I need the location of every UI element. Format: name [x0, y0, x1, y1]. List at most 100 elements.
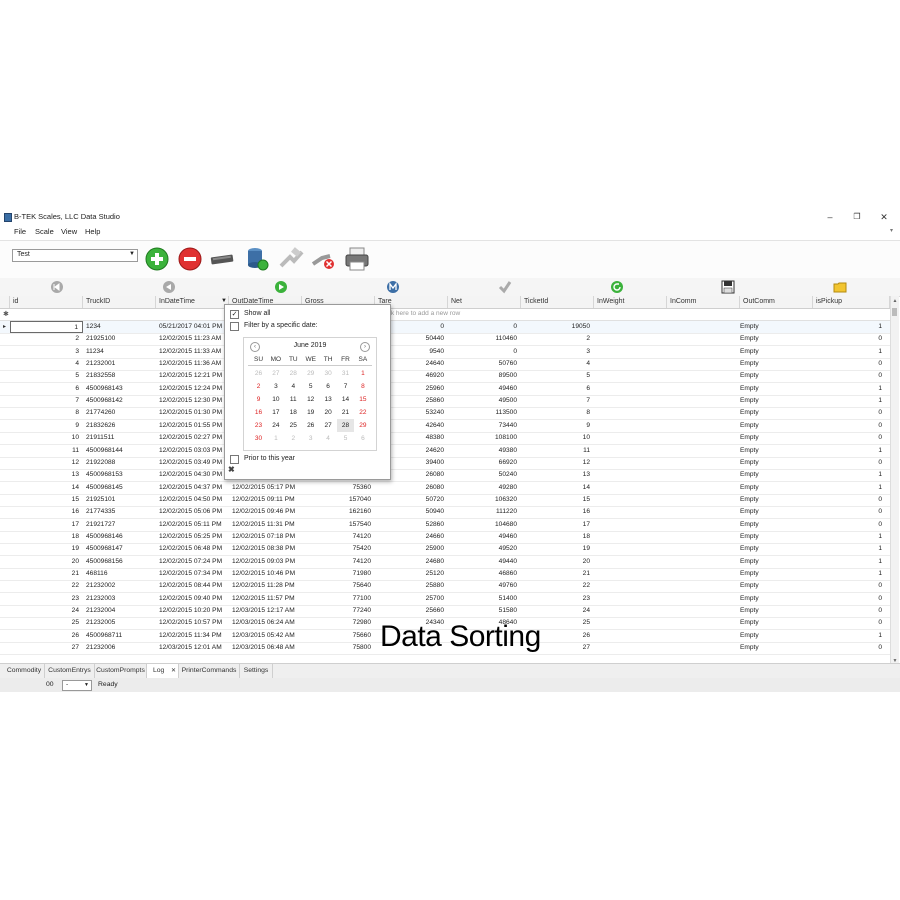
vertical-scrollbar[interactable]: ▲ ▼ — [890, 296, 899, 668]
cell-incomm[interactable] — [667, 407, 740, 419]
cell-gross[interactable]: 74120 — [302, 531, 375, 543]
cell-outdt[interactable]: 12/02/2015 09:46 PM — [229, 506, 302, 518]
cell-ticket[interactable]: 22 — [521, 580, 594, 592]
cell-indt[interactable]: 12/02/2015 07:24 PM — [156, 556, 229, 568]
cell-incomm[interactable] — [667, 333, 740, 345]
tab-settings[interactable]: Settings — [240, 664, 273, 678]
menu-file[interactable]: File — [14, 227, 26, 236]
cell-truck[interactable]: 21232006 — [83, 642, 156, 654]
cell-id[interactable]: 10 — [10, 432, 83, 444]
cell-truck[interactable]: 21232004 — [83, 605, 156, 617]
cell-tare[interactable]: 25900 — [375, 543, 448, 555]
calendar-day[interactable]: 24 — [267, 419, 284, 432]
calendar-day[interactable]: 26 — [250, 367, 267, 380]
cell-outcomm[interactable]: Empty — [740, 457, 813, 469]
column-header-net[interactable]: Net — [448, 296, 521, 308]
table-row[interactable]: 23 21232003 12/02/2015 09:40 PM 12/02/2015 … — [0, 593, 890, 606]
cell-incomm[interactable] — [667, 358, 740, 370]
previous-record-icon[interactable] — [162, 280, 176, 294]
cell-inweight[interactable] — [594, 630, 667, 642]
column-header-ispickup[interactable]: isPickup — [813, 296, 890, 308]
cell-id[interactable]: 24 — [10, 605, 83, 617]
cell-id[interactable]: 23 — [10, 593, 83, 605]
cell-inweight[interactable] — [594, 519, 667, 531]
calendar-day[interactable]: 11 — [285, 393, 302, 406]
cell-id[interactable]: 25 — [10, 617, 83, 629]
cell-gross[interactable]: 162160 — [302, 506, 375, 518]
cell-ticket[interactable]: 24 — [521, 605, 594, 617]
cell-tare[interactable]: 25120 — [375, 568, 448, 580]
cell-outcomm[interactable]: Empty — [740, 519, 813, 531]
table-row[interactable]: 17 21921727 12/02/2015 05:11 PM 12/02/2015 … — [0, 519, 890, 532]
close-tab-icon[interactable]: ✕ — [171, 664, 176, 678]
scroll-up-icon[interactable]: ▲ — [891, 298, 899, 306]
cell-truck[interactable]: 4500968153 — [83, 469, 156, 481]
cell-inweight[interactable] — [594, 457, 667, 469]
calendar-day[interactable]: 30 — [250, 432, 267, 445]
cell-outcomm[interactable]: Empty — [740, 580, 813, 592]
cell-id[interactable]: 8 — [10, 407, 83, 419]
cell-ticket[interactable]: 21 — [521, 568, 594, 580]
cell-indt[interactable]: 12/02/2015 10:20 PM — [156, 605, 229, 617]
cell-id[interactable]: 16 — [10, 506, 83, 518]
table-row[interactable]: 16 21774335 12/02/2015 05:06 PM 12/02/2015 … — [0, 506, 890, 520]
status-combo[interactable]: - ▼ — [62, 680, 92, 691]
save-icon[interactable] — [721, 280, 735, 294]
cell-inweight[interactable] — [594, 383, 667, 395]
cell-truck[interactable]: 21232005 — [83, 617, 156, 629]
calendar-day[interactable]: 30 — [320, 367, 337, 380]
cell-indt[interactable]: 12/02/2015 05:11 PM — [156, 519, 229, 531]
cell-inweight[interactable] — [594, 395, 667, 407]
cell-id[interactable]: 4 — [10, 358, 83, 370]
cell-outdt[interactable]: 12/03/2015 06:48 AM — [229, 642, 302, 654]
minimize-button[interactable]: – — [820, 210, 840, 224]
calendar-day[interactable]: 17 — [267, 406, 284, 419]
cell-ticket[interactable]: 10 — [521, 432, 594, 444]
cell-pickup[interactable]: 0 — [813, 593, 886, 605]
cell-truck[interactable]: 1234 — [83, 321, 156, 333]
calendar-day[interactable]: 10 — [267, 393, 284, 406]
cell-truck[interactable]: 21232003 — [83, 593, 156, 605]
cell-incomm[interactable] — [667, 346, 740, 358]
calendar-day[interactable]: 3 — [267, 380, 284, 393]
cell-pickup[interactable]: 0 — [813, 358, 886, 370]
cell-ticket[interactable]: 8 — [521, 407, 594, 419]
cell-pickup[interactable]: 0 — [813, 333, 886, 345]
cell-indt[interactable]: 12/02/2015 03:03 PM — [156, 445, 229, 457]
cell-pickup[interactable]: 0 — [813, 457, 886, 469]
cell-gross[interactable]: 75640 — [302, 580, 375, 592]
cell-inweight[interactable] — [594, 432, 667, 444]
cell-outcomm[interactable]: Empty — [740, 346, 813, 358]
cell-inweight[interactable] — [594, 346, 667, 358]
cell-indt[interactable]: 12/03/2015 12:01 AM — [156, 642, 229, 654]
column-header-ticketid[interactable]: TicketId — [521, 296, 594, 308]
cell-inweight[interactable] — [594, 358, 667, 370]
folder-icon[interactable] — [833, 280, 847, 294]
cell-id[interactable]: 27 — [10, 642, 83, 654]
cell-net[interactable]: 113500 — [448, 407, 521, 419]
cell-ticket[interactable]: 11 — [521, 445, 594, 457]
cell-ticket[interactable]: 4 — [521, 358, 594, 370]
cell-inweight[interactable] — [594, 321, 667, 333]
cell-tare[interactable]: 24680 — [375, 556, 448, 568]
cell-ticket[interactable]: 18 — [521, 531, 594, 543]
scroll-thumb[interactable] — [892, 308, 897, 316]
refresh-icon[interactable] — [610, 280, 624, 294]
calendar-day[interactable]: 28 — [285, 367, 302, 380]
table-row[interactable]: 2 21925100 12/02/2015 11:23 AM 50440 110460 2… — [0, 333, 890, 347]
column-header-truckid[interactable]: TruckID — [83, 296, 156, 308]
cell-net[interactable]: 49500 — [448, 395, 521, 407]
cell-incomm[interactable] — [667, 383, 740, 395]
cell-ticket[interactable]: 9 — [521, 420, 594, 432]
calendar-day[interactable]: 21 — [337, 406, 354, 419]
table-row[interactable]: 5 21832558 12/02/2015 12:21 PM 46920 89500 5 E… — [0, 370, 890, 384]
add-icon[interactable] — [144, 246, 170, 272]
calendar-day[interactable]: 25 — [285, 419, 302, 432]
calendar-day[interactable]: 1 — [354, 367, 371, 380]
cell-indt[interactable]: 12/02/2015 07:34 PM — [156, 568, 229, 580]
calendar-day[interactable]: 29 — [302, 367, 319, 380]
cell-pickup[interactable]: 0 — [813, 494, 886, 506]
cell-incomm[interactable] — [667, 506, 740, 518]
table-row[interactable]: 20 4500968156 12/02/2015 07:24 PM 12/02/201… — [0, 556, 890, 569]
cell-outcomm[interactable]: Empty — [740, 642, 813, 654]
